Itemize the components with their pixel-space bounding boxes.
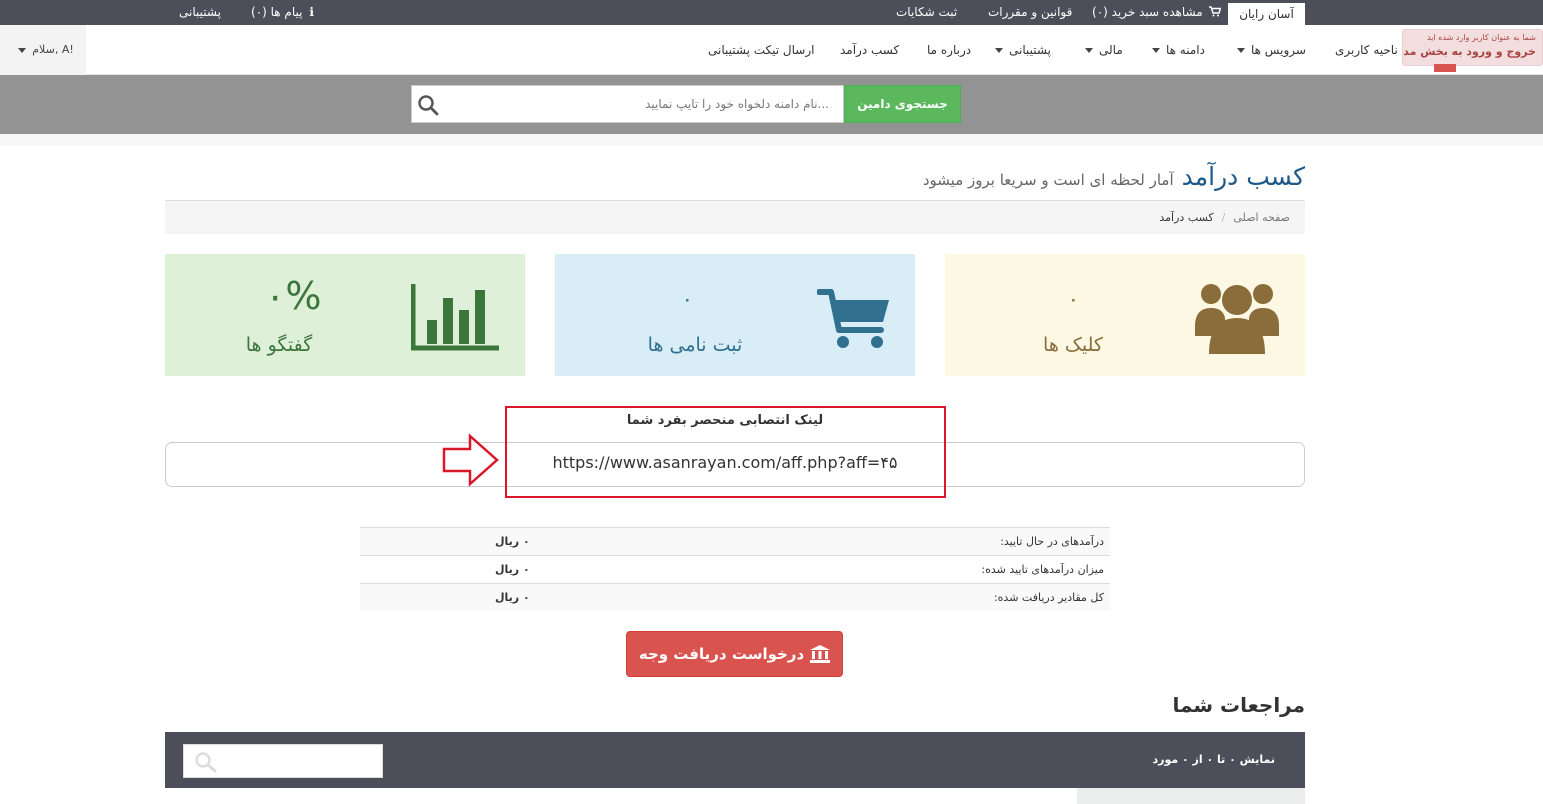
- nav-finance-label: مالی: [1099, 43, 1123, 57]
- nav-support[interactable]: پشتیبانی: [989, 25, 1051, 75]
- view-cart-label: مشاهده سبد خرید (۰): [1092, 5, 1203, 19]
- info-icon: ℹ: [309, 5, 314, 19]
- referral-highlight-box: [505, 406, 946, 498]
- nav-send-ticket[interactable]: ارسال تیکت پشتیبانی: [708, 25, 814, 75]
- breadcrumb-separator: /: [1221, 211, 1226, 224]
- bar-chart-icon: [411, 284, 499, 351]
- domain-search-input[interactable]: [411, 85, 844, 123]
- complaints-link[interactable]: ثبت شکایات: [896, 0, 957, 25]
- chevron-down-icon: [18, 47, 27, 53]
- brand-tab[interactable]: آسان رایان: [1228, 3, 1305, 25]
- rules-link[interactable]: قوانین و مقررات: [988, 0, 1072, 25]
- stat-clicks: ۰ کلیک ها: [945, 254, 1305, 376]
- page-subtitle: آمار لحظه ای است و سریعا بروز میشود: [922, 171, 1174, 189]
- admin-return-link[interactable]: خروج و ورود به بخش مدیریتی: [1403, 45, 1536, 58]
- logo-icon: [1434, 64, 1456, 72]
- shopping-cart-icon: [1209, 6, 1222, 17]
- nav-about[interactable]: درباره ما: [927, 25, 971, 75]
- earnings-value: ۰ ریال: [495, 535, 530, 548]
- nav-user-area[interactable]: ناحیه کاربری: [1335, 25, 1398, 75]
- top-bar: آسان رایان مشاهده سبد خرید (۰) قوانین و …: [0, 0, 1543, 25]
- divider-band: [0, 134, 1543, 146]
- withdraw-request-button[interactable]: درخواست دریافت وجه: [626, 631, 843, 677]
- referrals-table-info: نمایش ۰ تا ۰ از ۰ مورد: [1152, 753, 1275, 766]
- chevron-down-icon: [1152, 48, 1160, 53]
- chevron-down-icon: [995, 48, 1003, 53]
- user-menu[interactable]: سلام, A!: [0, 25, 86, 75]
- earnings-label: کل مقادیر دریافت شده:: [993, 591, 1104, 604]
- earnings-value: ۰ ریال: [495, 591, 530, 604]
- domain-search-band: جستجوی دامین: [0, 75, 1543, 134]
- messages-link[interactable]: پیام ها (۰) ℹ: [251, 0, 314, 25]
- stat-conversions-label: گفتگو ها: [245, 334, 313, 356]
- earnings-label: میزان درآمدهای تایید شده:: [981, 563, 1104, 576]
- stat-signups-label: ثبت نامی ها: [647, 334, 743, 356]
- breadcrumb: صفحه اصلی / کسب درآمد: [165, 201, 1305, 234]
- main-navbar: سلام, A! ناحیه کاربری سرویس ها دامنه ها …: [0, 25, 1543, 75]
- chevron-down-icon: [1237, 48, 1245, 53]
- stat-signups: ۰ ثبت نامی ها: [555, 254, 915, 376]
- view-cart-link[interactable]: مشاهده سبد خرید (۰): [1092, 0, 1222, 25]
- search-icon[interactable]: [417, 94, 439, 116]
- breadcrumb-current: کسب درآمد: [1159, 211, 1214, 224]
- page-title: کسب درآمد آمار لحظه ای است و سریعا بروز م…: [860, 162, 1305, 191]
- nav-finance[interactable]: مالی: [1079, 25, 1123, 75]
- nav-services-label: سرویس ها: [1251, 43, 1306, 57]
- stat-clicks-value: ۰: [1069, 292, 1078, 308]
- referrals-heading: مراجعات شما: [1172, 693, 1305, 717]
- stat-conversions-value: ۰%: [265, 274, 322, 318]
- nav-support-label: پشتیبانی: [1009, 43, 1051, 57]
- earnings-row-pending: درآمدهای در حال تایید: ۰ ریال: [360, 527, 1110, 555]
- arrow-right-icon: [442, 433, 499, 487]
- withdraw-request-label: درخواست دریافت وجه: [638, 644, 805, 663]
- earnings-row-approved: میزان درآمدهای تایید شده: ۰ ریال: [360, 555, 1110, 583]
- page-title-text: کسب درآمد: [1181, 162, 1305, 191]
- user-greeting: سلام, A!: [32, 43, 74, 56]
- admin-login-notice[interactable]: شما به عنوان کاربر وارد شده اید خروج و و…: [1402, 29, 1543, 66]
- support-link[interactable]: پشتیبانی: [179, 0, 221, 25]
- cart-icon: [817, 289, 889, 348]
- stat-signups-value: ۰: [683, 292, 692, 308]
- users-icon: [1195, 284, 1279, 354]
- nav-domains[interactable]: دامنه ها: [1146, 25, 1205, 75]
- stat-conversions: ۰% گفتگو ها: [165, 254, 525, 376]
- breadcrumb-home[interactable]: صفحه اصلی: [1233, 211, 1290, 224]
- bank-icon: [810, 645, 831, 664]
- admin-notice-text: شما به عنوان کاربر وارد شده اید: [1427, 33, 1536, 42]
- search-icon: [195, 752, 217, 773]
- earnings-row-received: کل مقادیر دریافت شده: ۰ ریال: [360, 583, 1110, 611]
- nav-services[interactable]: سرویس ها: [1231, 25, 1306, 75]
- stat-clicks-label: کلیک ها: [1043, 334, 1103, 356]
- chevron-down-icon: [1085, 48, 1093, 53]
- domain-search-button[interactable]: جستجوی دامین: [844, 85, 961, 123]
- referrals-table-column-header: [1077, 788, 1305, 804]
- earnings-value: ۰ ریال: [495, 563, 530, 576]
- nav-earn[interactable]: کسب درآمد: [840, 25, 899, 75]
- referrals-table-header: نمایش ۰ تا ۰ از ۰ مورد: [165, 732, 1305, 788]
- nav-domains-label: دامنه ها: [1166, 43, 1205, 57]
- messages-label: پیام ها (۰): [251, 5, 303, 19]
- earnings-label: درآمدهای در حال تایید:: [1000, 535, 1104, 548]
